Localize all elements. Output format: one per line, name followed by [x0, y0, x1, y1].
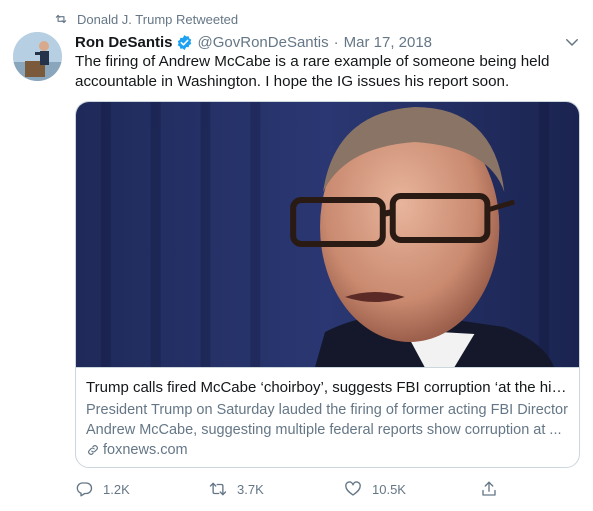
link-icon [88, 445, 98, 455]
reply-button[interactable]: 1.2K [75, 478, 130, 500]
retweet-notice-text: Donald J. Trump Retweeted [77, 11, 239, 27]
tweet-header: Ron DeSantis @GovRonDeSantis · Mar 17, 2… [75, 31, 553, 53]
share-button[interactable] [480, 478, 508, 500]
verified-badge-icon [177, 34, 191, 50]
card-image [76, 102, 579, 367]
tweet-date[interactable]: Mar 17, 2018 [344, 34, 432, 51]
retweet-button[interactable]: 3.7K [209, 478, 264, 500]
chevron-down-icon[interactable] [563, 33, 581, 51]
card-title[interactable]: Trump calls fired McCabe ‘choirboy’, sug… [86, 378, 569, 398]
card-domain: foxnews.com [86, 442, 188, 458]
tweet-actions: 1.2K 3.7K 10.5K [75, 478, 505, 500]
retweet-count: 3.7K [237, 481, 264, 497]
card-body: Trump calls fired McCabe ‘choirboy’, sug… [76, 367, 579, 467]
author-name[interactable]: Ron DeSantis [75, 34, 173, 51]
retweet-icon [55, 14, 67, 24]
tweet-text: The firing of Andrew McCabe is a rare ex… [75, 53, 550, 90]
avatar[interactable] [13, 32, 62, 81]
like-button[interactable]: 10.5K [344, 478, 406, 500]
separator-dot: · [333, 33, 339, 51]
heart-icon [345, 481, 361, 496]
card-domain-text: foxnews.com [103, 442, 188, 458]
share-icon [482, 481, 496, 496]
card-description: President Trump on Saturday lauded the f… [86, 402, 568, 438]
retweet-icon [209, 482, 227, 496]
author-handle[interactable]: @GovRonDeSantis [198, 34, 329, 51]
reply-count: 1.2K [103, 481, 130, 497]
link-card[interactable]: Trump calls fired McCabe ‘choirboy’, sug… [75, 101, 580, 468]
like-count: 10.5K [372, 481, 406, 497]
reply-icon [76, 482, 93, 497]
avatar-image [13, 32, 62, 81]
retweet-notice[interactable]: Donald J. Trump Retweeted [54, 9, 238, 29]
